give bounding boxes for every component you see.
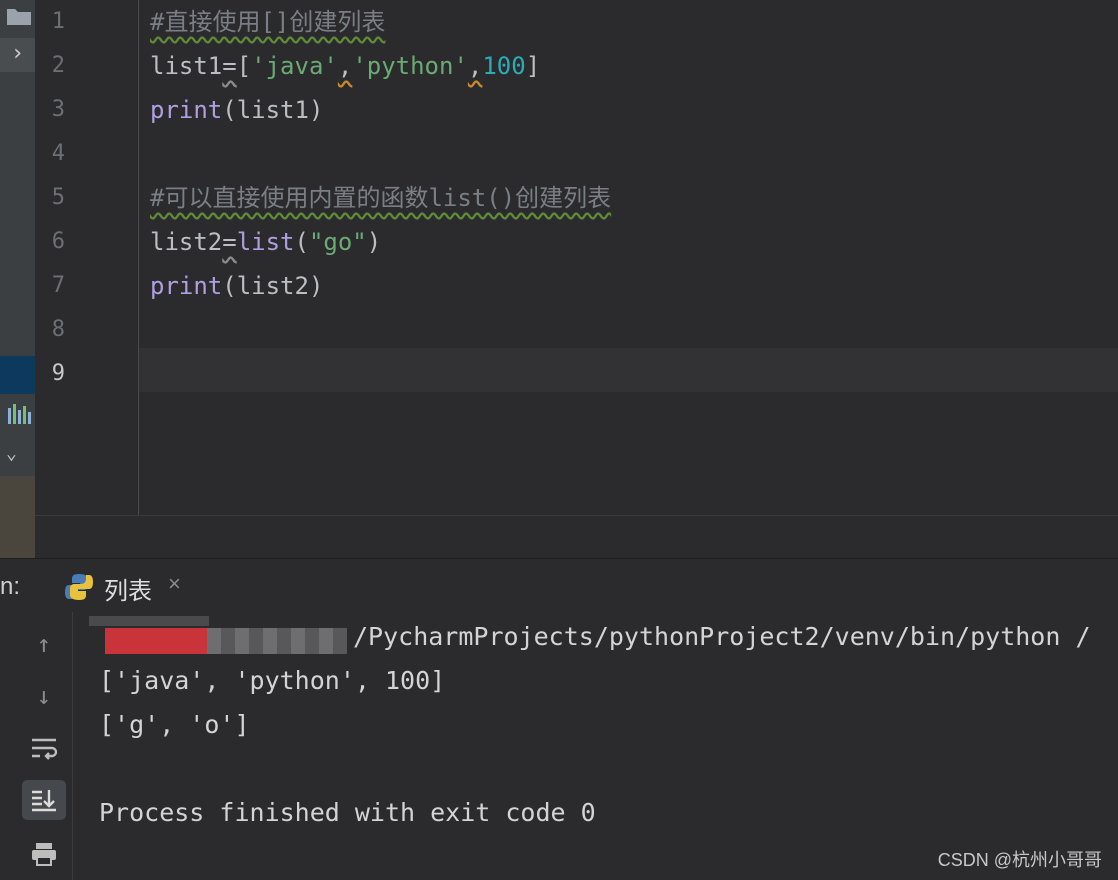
args-token: (list1): [222, 96, 324, 124]
line-number: 7: [51, 273, 65, 298]
string-token: "go": [308, 228, 367, 256]
bracket-token: ]: [525, 52, 541, 80]
line-number: 1: [51, 9, 65, 34]
function-token: print: [150, 96, 223, 124]
editor-bottom-area: [35, 515, 1118, 559]
redacted-path: [207, 628, 347, 654]
variable-token: list2: [150, 228, 223, 256]
code-line-5[interactable]: #可以直接使用内置的函数list()创建列表: [150, 176, 611, 220]
operator-token: =: [222, 52, 237, 80]
console-finish-line: Process finished with exit code 0: [99, 798, 596, 827]
line-number: 2: [51, 53, 65, 78]
line-number-active: 9: [51, 361, 65, 386]
console-output-line: ['g', 'o']: [99, 710, 250, 739]
line-number-gutter: 1 2 3 4 5 6 7 8 9: [35, 0, 139, 515]
code-line-3[interactable]: print(list1): [150, 88, 323, 132]
comma-token: ,: [337, 52, 353, 80]
run-tab-title: 列表: [104, 578, 152, 605]
redacted-path: [89, 616, 209, 626]
string-token: 'python': [352, 52, 468, 80]
run-tab[interactable]: 列表 ×: [40, 559, 208, 616]
print-icon[interactable]: [22, 834, 66, 874]
close-icon[interactable]: ×: [168, 571, 181, 597]
code-line-6[interactable]: list2=list("go"): [150, 220, 381, 264]
arrow-up-icon[interactable]: ↑: [22, 624, 66, 664]
run-toolbar: ↑ ↓: [16, 612, 73, 880]
comma-token: ,: [467, 52, 483, 80]
watermark: CSDN @杭州小哥哥: [937, 850, 1102, 870]
activity-strip: › ⌄: [0, 0, 35, 558]
console-path-line: /PycharmProjects/pythonProject2/venv/bin…: [353, 622, 1091, 651]
paren-token: ): [366, 228, 382, 256]
code-line-7[interactable]: print(list2): [150, 264, 323, 308]
soft-wrap-icon[interactable]: [22, 728, 66, 768]
redacted-path: [105, 628, 207, 654]
selected-strip-item[interactable]: [0, 356, 35, 394]
line-number: 8: [51, 317, 65, 342]
line-number: 6: [51, 229, 65, 254]
folder-icon[interactable]: [6, 6, 32, 26]
function-token: print: [150, 272, 223, 300]
scroll-to-end-icon[interactable]: [22, 780, 66, 820]
bar-chart-icon[interactable]: [8, 404, 34, 426]
python-icon: [65, 574, 93, 600]
line-number: 3: [51, 97, 65, 122]
string-token: 'java': [251, 52, 338, 80]
line-number: 5: [51, 185, 65, 210]
run-tool-header: n: 列表 ×: [0, 558, 1118, 616]
function-token: list: [236, 228, 295, 256]
comment-token: #可以直接使用内置的函数list()创建列表: [150, 184, 612, 212]
bracket-token: [: [236, 52, 252, 80]
args-token: (list2): [222, 272, 324, 300]
run-console-output[interactable]: /PycharmProjects/pythonProject2/venv/bin…: [73, 612, 1118, 880]
number-token: 100: [482, 52, 526, 80]
chevron-right-icon[interactable]: ›: [0, 38, 35, 72]
code-line-2[interactable]: list1=['java','python',100]: [150, 44, 540, 88]
operator-token: =: [222, 228, 237, 256]
variable-token: list1: [150, 52, 223, 80]
paren-token: (: [294, 228, 309, 256]
current-line-highlight: [139, 348, 1118, 392]
chevron-down-icon[interactable]: ⌄: [6, 443, 28, 465]
console-output-line: ['java', 'python', 100]: [99, 666, 446, 695]
strip-panel: [0, 476, 35, 558]
run-label: n:: [0, 573, 21, 600]
line-number: 4: [51, 141, 65, 166]
arrow-down-icon[interactable]: ↓: [22, 676, 66, 716]
run-left-edge: [0, 612, 17, 880]
comment-token: #直接使用[]创建列表: [150, 8, 386, 36]
code-line-1[interactable]: #直接使用[]创建列表: [150, 0, 385, 44]
code-editor[interactable]: 1 2 3 4 5 6 7 8 9 #直接使用[]创建列表 list1=['ja…: [35, 0, 1118, 515]
